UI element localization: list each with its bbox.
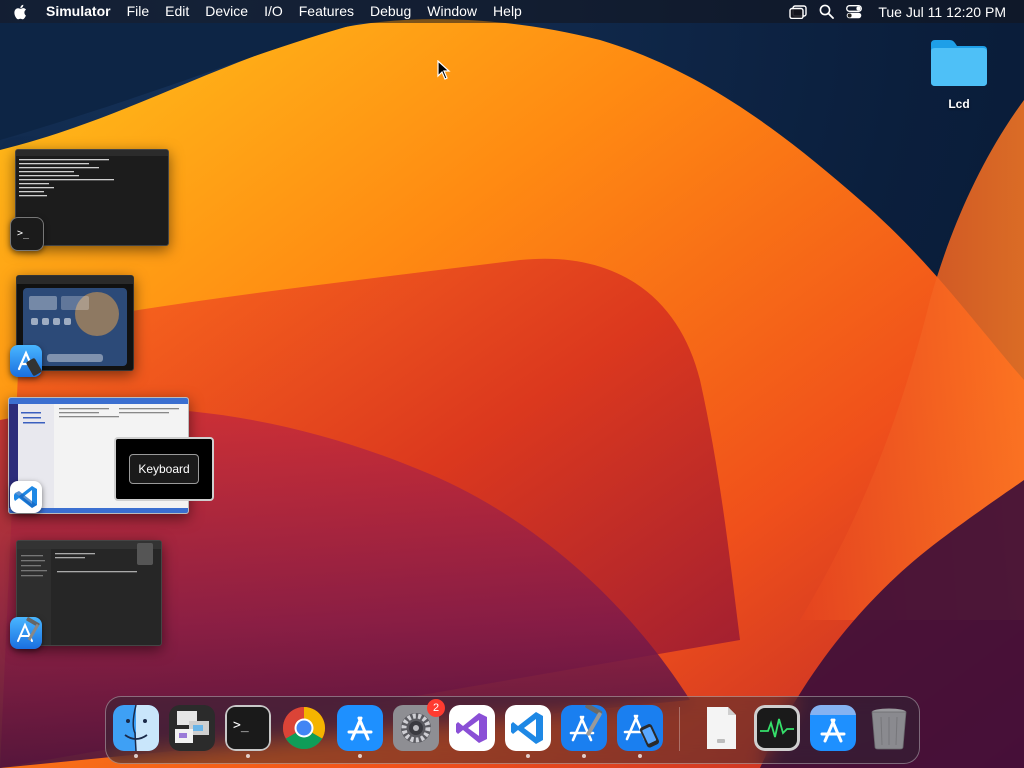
- apple-menu-icon[interactable]: [0, 3, 40, 20]
- keyboard-tooltip-panel: Keyboard: [114, 437, 214, 501]
- vscode-icon: [505, 705, 551, 751]
- menu-help[interactable]: Help: [485, 0, 530, 23]
- svg-text:>_: >_: [233, 718, 249, 733]
- dock-xcode[interactable]: [561, 705, 607, 758]
- control-center-icon[interactable]: [840, 0, 868, 23]
- document-icon: [698, 705, 744, 751]
- finder-icon: [113, 705, 159, 751]
- menu-debug[interactable]: Debug: [362, 0, 419, 23]
- dock-vscode[interactable]: [505, 705, 551, 758]
- menu-file[interactable]: File: [119, 0, 158, 23]
- running-indicator: [582, 754, 586, 758]
- svg-text:>_: >_: [17, 228, 30, 239]
- dock-terminal[interactable]: >_: [225, 705, 271, 758]
- menu-bar: Simulator File Edit Device I/O Features …: [0, 0, 1024, 23]
- menu-features[interactable]: Features: [291, 0, 362, 23]
- activity-monitor-icon: [754, 705, 800, 751]
- dock-app-store[interactable]: [337, 705, 383, 758]
- desktop-folder-label: Lcd: [948, 97, 970, 111]
- mouse-cursor-icon: [437, 59, 451, 85]
- dock-simulator[interactable]: [617, 705, 663, 758]
- menu-bar-clock[interactable]: Tue Jul 11 12:20 PM: [868, 4, 1024, 20]
- dock-preview-app[interactable]: [169, 705, 215, 751]
- chrome-icon: [281, 705, 327, 751]
- terminal-app-icon[interactable]: >_: [10, 217, 44, 251]
- app-store-icon: [337, 705, 383, 751]
- spotlight-search-icon[interactable]: [812, 0, 840, 23]
- dock-visual-studio[interactable]: [449, 705, 495, 751]
- app-store-icon: [810, 705, 856, 751]
- dock-chrome[interactable]: [281, 705, 327, 751]
- dock-finder[interactable]: [113, 705, 159, 758]
- running-indicator: [358, 754, 362, 758]
- dock: >_ 2: [105, 696, 920, 764]
- running-indicator: [246, 754, 250, 758]
- visual-studio-icon: [449, 705, 495, 751]
- running-indicator: [638, 754, 642, 758]
- dock-separator: [679, 707, 680, 751]
- dock-system-settings[interactable]: 2: [393, 699, 445, 751]
- simulator-icon: [617, 705, 663, 751]
- desktop-wallpaper: [0, 0, 1024, 768]
- dock-document[interactable]: [698, 705, 744, 751]
- preview-app-icon: [169, 705, 215, 751]
- menu-app-simulator[interactable]: Simulator: [40, 0, 119, 23]
- folder-icon: [931, 40, 987, 86]
- menu-io[interactable]: I/O: [256, 0, 291, 23]
- gear-icon: 2: [393, 699, 445, 751]
- dock-activity-monitor[interactable]: [754, 705, 800, 751]
- trash-icon: [866, 705, 912, 751]
- menu-device[interactable]: Device: [197, 0, 256, 23]
- simulator-app-icon[interactable]: [10, 345, 42, 377]
- vscode-app-icon[interactable]: [10, 481, 42, 513]
- xcode-icon: [561, 705, 607, 751]
- running-indicator: [134, 754, 138, 758]
- keyboard-button[interactable]: Keyboard: [129, 454, 199, 484]
- desktop-folder-lcd[interactable]: Lcd: [922, 36, 996, 111]
- dock-trash[interactable]: [866, 705, 912, 751]
- menu-window[interactable]: Window: [419, 0, 485, 23]
- xcode-app-icon[interactable]: [10, 617, 42, 649]
- stage-manager-icon[interactable]: [784, 0, 812, 23]
- terminal-icon: >_: [225, 705, 271, 751]
- running-indicator: [526, 754, 530, 758]
- notification-badge: 2: [427, 699, 445, 717]
- menu-edit[interactable]: Edit: [157, 0, 197, 23]
- dock-downloads-app-store[interactable]: [810, 705, 856, 751]
